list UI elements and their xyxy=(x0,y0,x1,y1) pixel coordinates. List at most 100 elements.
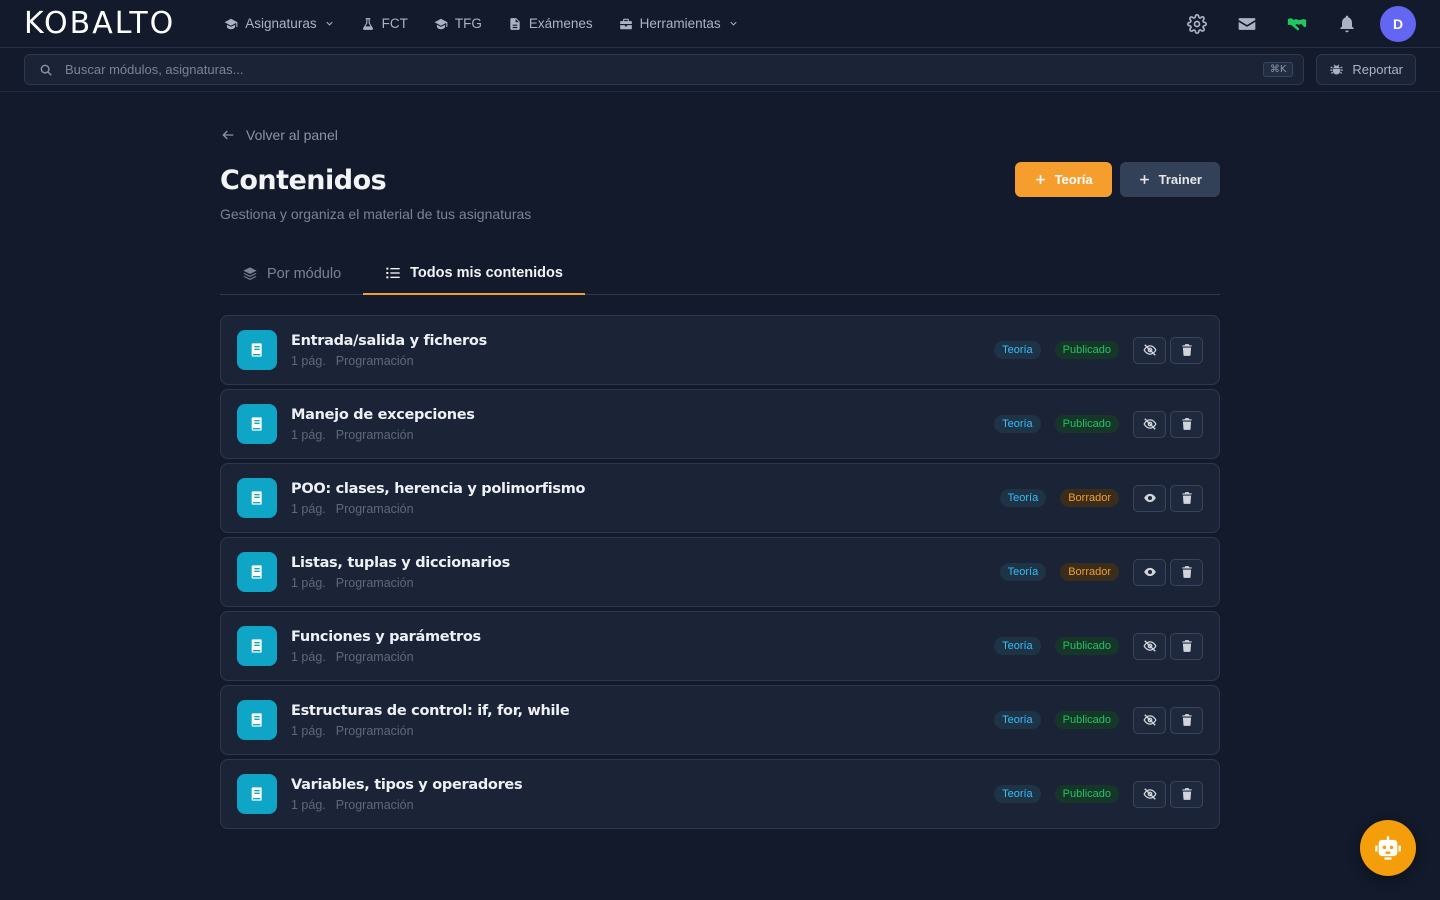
robot-icon xyxy=(1375,836,1401,860)
new-trainer-button[interactable]: Trainer xyxy=(1119,162,1220,197)
content-row-actions xyxy=(1133,632,1203,660)
nav-item-herramientas[interactable]: Herramientas xyxy=(606,0,752,48)
content-row[interactable]: Listas, tuplas y diccionarios 1 pág. Progr… xyxy=(220,537,1220,607)
search-box: ⌘K xyxy=(24,54,1305,85)
content-status-badge: Publicado xyxy=(1054,415,1119,433)
content-tabs: Por módulo Todos mis contenidos xyxy=(220,253,1220,295)
hide-content-button[interactable] xyxy=(1133,706,1166,734)
content-type-badge: Teoría xyxy=(994,415,1041,433)
hide-content-button[interactable] xyxy=(1133,780,1166,808)
hide-content-button[interactable] xyxy=(1133,410,1166,438)
content-meta: 1 pág. Programación xyxy=(291,798,980,812)
content-text: POO: clases, herencia y polimorfismo 1 pá… xyxy=(291,481,986,516)
content-meta: 1 pág. Programación xyxy=(291,576,986,590)
bug-icon xyxy=(1330,64,1344,75)
content-meta: 1 pág. Programación xyxy=(291,502,986,516)
content-title[interactable]: POO: clases, herencia y polimorfismo xyxy=(291,481,986,497)
content-type-icon xyxy=(237,774,277,814)
hide-content-button[interactable] xyxy=(1133,632,1166,660)
content-row-actions xyxy=(1133,558,1203,586)
report-button[interactable]: Reportar xyxy=(1316,54,1416,85)
tab-por-modulo[interactable]: Por módulo xyxy=(220,253,363,295)
search-row: ⌘K Reportar xyxy=(0,48,1440,92)
nav-item-examenes[interactable]: Exámenes xyxy=(495,0,606,48)
content-type-badge: Teoría xyxy=(994,785,1041,803)
settings-button[interactable] xyxy=(1172,0,1222,48)
content-title[interactable]: Entrada/salida y ficheros xyxy=(291,333,980,349)
content-type-badge: Teoría xyxy=(999,563,1047,581)
content-status-badge: Publicado xyxy=(1054,341,1119,359)
content-row[interactable]: Variables, tipos y operadores 1 pág. Progr… xyxy=(220,759,1220,829)
toolbox-icon xyxy=(619,18,632,29)
delete-content-button[interactable] xyxy=(1170,632,1203,660)
content-row-actions xyxy=(1133,410,1203,438)
nav-item-fct[interactable]: FCT xyxy=(348,0,421,48)
assistant-bot-button[interactable] xyxy=(1360,820,1416,876)
search-input[interactable] xyxy=(65,62,1251,77)
delete-content-button[interactable] xyxy=(1170,484,1203,512)
hide-content-button[interactable] xyxy=(1133,336,1166,364)
content-title[interactable]: Listas, tuplas y diccionarios xyxy=(291,555,986,571)
content-status-badge: Borrador xyxy=(1060,563,1119,581)
nav-label: Exámenes xyxy=(528,16,593,31)
eye-off-icon xyxy=(1142,788,1157,800)
trash-icon xyxy=(1181,714,1192,726)
trash-icon xyxy=(1181,640,1192,652)
notifications-button[interactable] xyxy=(1322,0,1372,48)
content-subject: Programación xyxy=(335,723,414,738)
content-row[interactable]: Estructuras de control: if, for, while 1 … xyxy=(220,685,1220,755)
flask-icon xyxy=(362,17,373,30)
layers-icon xyxy=(243,267,257,280)
content-row-actions xyxy=(1133,706,1203,734)
content-status-badge: Publicado xyxy=(1054,637,1119,655)
content-title[interactable]: Funciones y parámetros xyxy=(291,629,980,645)
eye-off-icon xyxy=(1142,714,1157,726)
book-icon xyxy=(251,565,262,579)
messages-button[interactable] xyxy=(1222,0,1272,48)
nav-label: TFG xyxy=(454,16,482,31)
search-icon xyxy=(40,64,52,76)
content-status-badge: Borrador xyxy=(1060,489,1119,507)
eye-icon xyxy=(1143,567,1156,577)
list-icon xyxy=(386,267,400,279)
content-title[interactable]: Variables, tipos y operadores xyxy=(291,777,980,793)
nav-item-tfg[interactable]: TFG xyxy=(421,0,495,48)
delete-content-button[interactable] xyxy=(1170,336,1203,364)
content-row[interactable]: Manejo de excepciones 1 pág. Programación T… xyxy=(220,389,1220,459)
content-text: Estructuras de control: if, for, while 1 … xyxy=(291,703,980,738)
publish-content-button[interactable] xyxy=(1133,558,1166,586)
collaboration-button[interactable] xyxy=(1272,0,1322,48)
user-avatar[interactable]: D xyxy=(1380,5,1416,42)
content-pages: 1 pág. xyxy=(291,501,326,516)
new-theory-button[interactable]: Teoría xyxy=(1014,162,1112,197)
arrow-left-icon xyxy=(222,130,234,140)
page-subtitle: Gestiona y organiza el material de tus a… xyxy=(220,206,532,222)
content-row[interactable]: POO: clases, herencia y polimorfismo 1 pá… xyxy=(220,463,1220,533)
content-status-badge: Publicado xyxy=(1054,711,1119,729)
nav-label: Herramientas xyxy=(639,16,721,31)
nav-item-asignaturas[interactable]: Asignaturas xyxy=(211,0,347,48)
book-icon xyxy=(251,639,262,653)
publish-content-button[interactable] xyxy=(1133,484,1166,512)
content-pages: 1 pág. xyxy=(291,353,326,368)
brand-logo[interactable]: KOBALTO xyxy=(24,8,175,39)
trash-icon xyxy=(1181,344,1192,356)
document-icon xyxy=(510,17,520,30)
content-row[interactable]: Entrada/salida y ficheros 1 pág. Programac… xyxy=(220,315,1220,385)
content-title[interactable]: Manejo de excepciones xyxy=(291,407,980,423)
content-type-badge: Teoría xyxy=(999,489,1047,507)
content-text: Funciones y parámetros 1 pág. Programación xyxy=(291,629,980,664)
delete-content-button[interactable] xyxy=(1170,410,1203,438)
content-subject: Programación xyxy=(335,649,414,664)
delete-content-button[interactable] xyxy=(1170,558,1203,586)
chevron-down-icon xyxy=(325,21,333,26)
back-to-panel-link[interactable]: Volver al panel xyxy=(220,127,338,143)
content-title[interactable]: Estructuras de control: if, for, while xyxy=(291,703,980,719)
new-trainer-label: Trainer xyxy=(1158,172,1202,187)
tab-todos-mis-contenidos[interactable]: Todos mis contenidos xyxy=(363,253,585,295)
content-row[interactable]: Funciones y parámetros 1 pág. Programación… xyxy=(220,611,1220,681)
delete-content-button[interactable] xyxy=(1170,706,1203,734)
delete-content-button[interactable] xyxy=(1170,780,1203,808)
main-nav: Asignaturas FCT TFG Exámenes Herramienta… xyxy=(211,0,751,48)
content-pages: 1 pág. xyxy=(291,427,326,442)
